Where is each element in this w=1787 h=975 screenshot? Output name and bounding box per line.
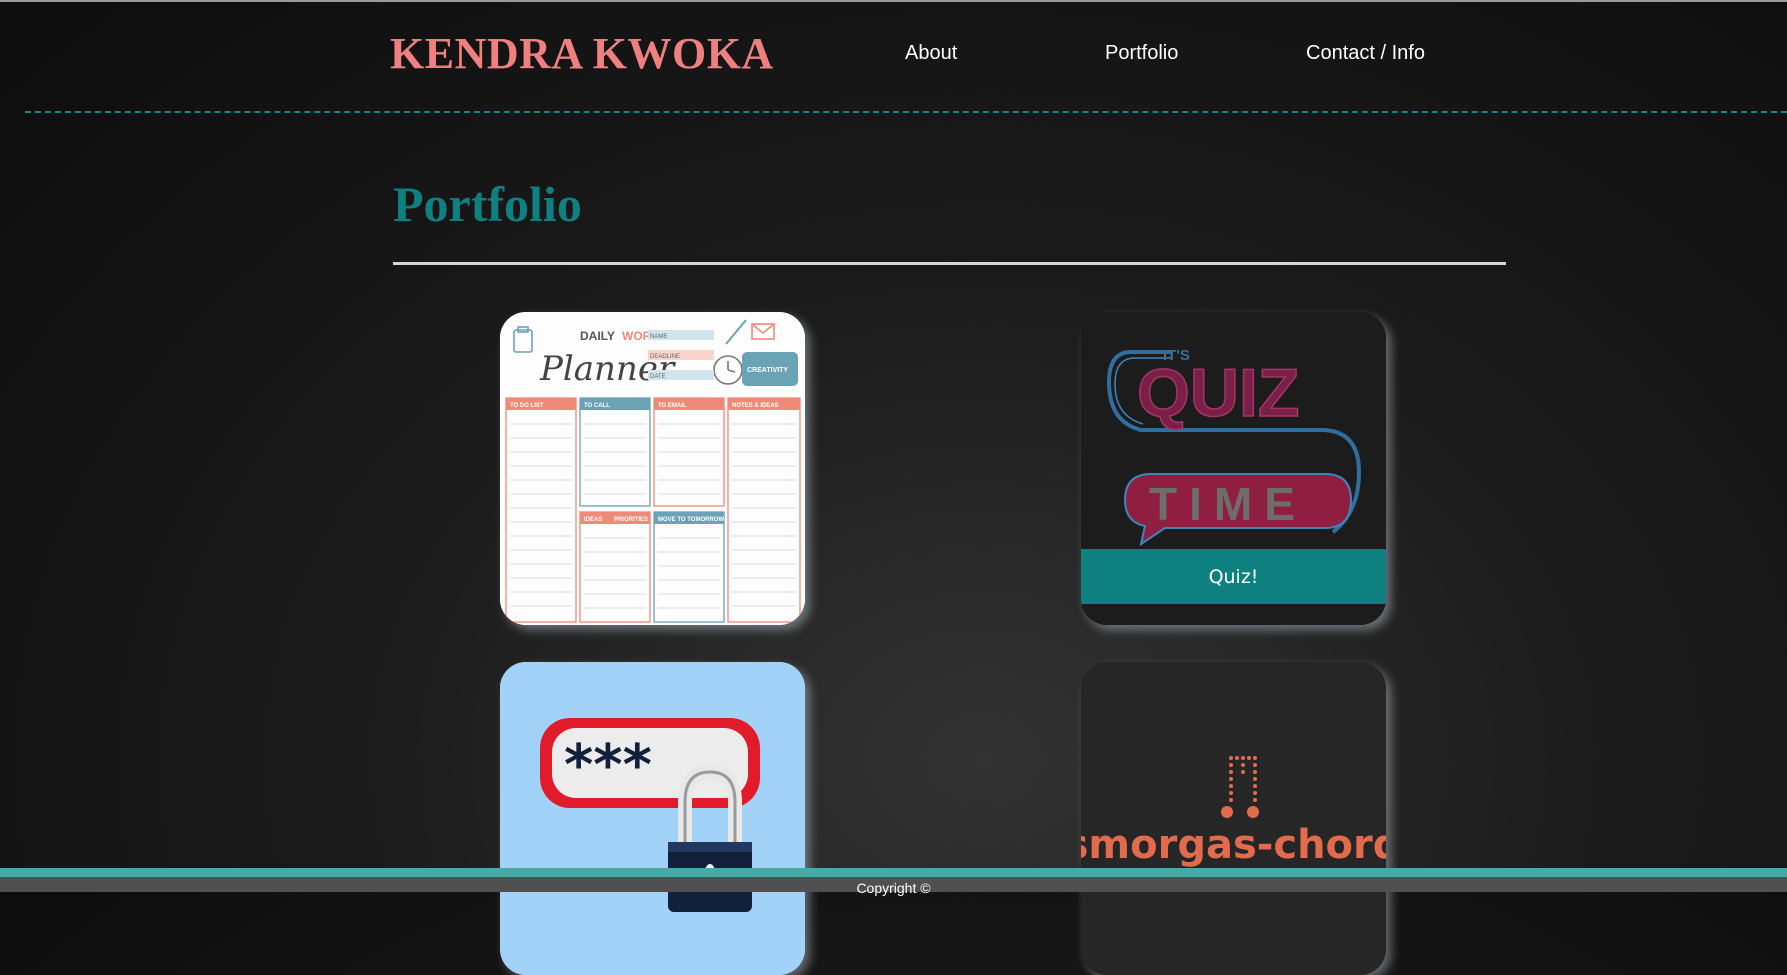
site-footer: Copyright © — [0, 868, 1787, 896]
site-brand[interactable]: KENDRA KWOKA — [390, 28, 774, 79]
title-divider — [393, 262, 1506, 265]
planner-badge: CREATIVITY — [747, 367, 788, 374]
password-mask-text: *** — [564, 733, 652, 798]
project-card-password[interactable]: *** — [500, 662, 805, 975]
planner-col-notes: NOTES & IDEAS — [732, 403, 779, 409]
site-header: KENDRA KWOKA About Portfolio Contact / I… — [0, 2, 1787, 112]
smorgas-chord-image: smorgas-chord — [1081, 662, 1386, 975]
quiz-line2: TIME — [1149, 478, 1307, 530]
planner-col-call: TO CALL — [584, 403, 610, 409]
planner-field-date: DATE — [650, 374, 666, 380]
nav-link-contact[interactable]: Contact / Info — [1306, 42, 1425, 65]
page-title: Portfolio — [393, 176, 582, 232]
copyright-text: Copyright © — [856, 880, 931, 896]
quiz-button[interactable]: Quiz! — [1081, 549, 1386, 604]
planner-lower-priorities: PRIORITIES — [614, 517, 648, 523]
planner-image: DAILY WORK Planner NAME DEADLINE DATE CR… — [500, 312, 805, 625]
planner-field-name: NAME — [650, 334, 667, 340]
footer-accent-bar — [0, 868, 1787, 877]
planner-col-todo: TO DO LIST — [510, 403, 544, 409]
project-card-smorgas-chord[interactable]: smorgas-chord — [1081, 662, 1386, 975]
planner-field-deadline: DEADLINE — [650, 354, 680, 360]
project-card-planner[interactable]: DAILY WORK Planner NAME DEADLINE DATE CR… — [500, 312, 805, 625]
nav-link-portfolio[interactable]: Portfolio — [1105, 42, 1178, 65]
project-card-quiz[interactable]: IT'S QUIZ TIME Quiz! — [1081, 312, 1386, 625]
header-divider — [25, 111, 1787, 113]
quiz-line1: QUIZ — [1137, 355, 1299, 431]
smorgas-chord-wordmark: smorgas-chord — [1081, 822, 1386, 868]
planner-lower-move: MOVE TO TOMORROW — [658, 517, 724, 523]
password-image: *** — [500, 662, 805, 975]
planner-lower-ideas: IDEAS — [584, 517, 602, 523]
nav-link-about[interactable]: About — [905, 42, 957, 65]
planner-top-text: DAILY — [580, 329, 615, 343]
planner-col-email: TO EMAIL — [658, 403, 687, 409]
